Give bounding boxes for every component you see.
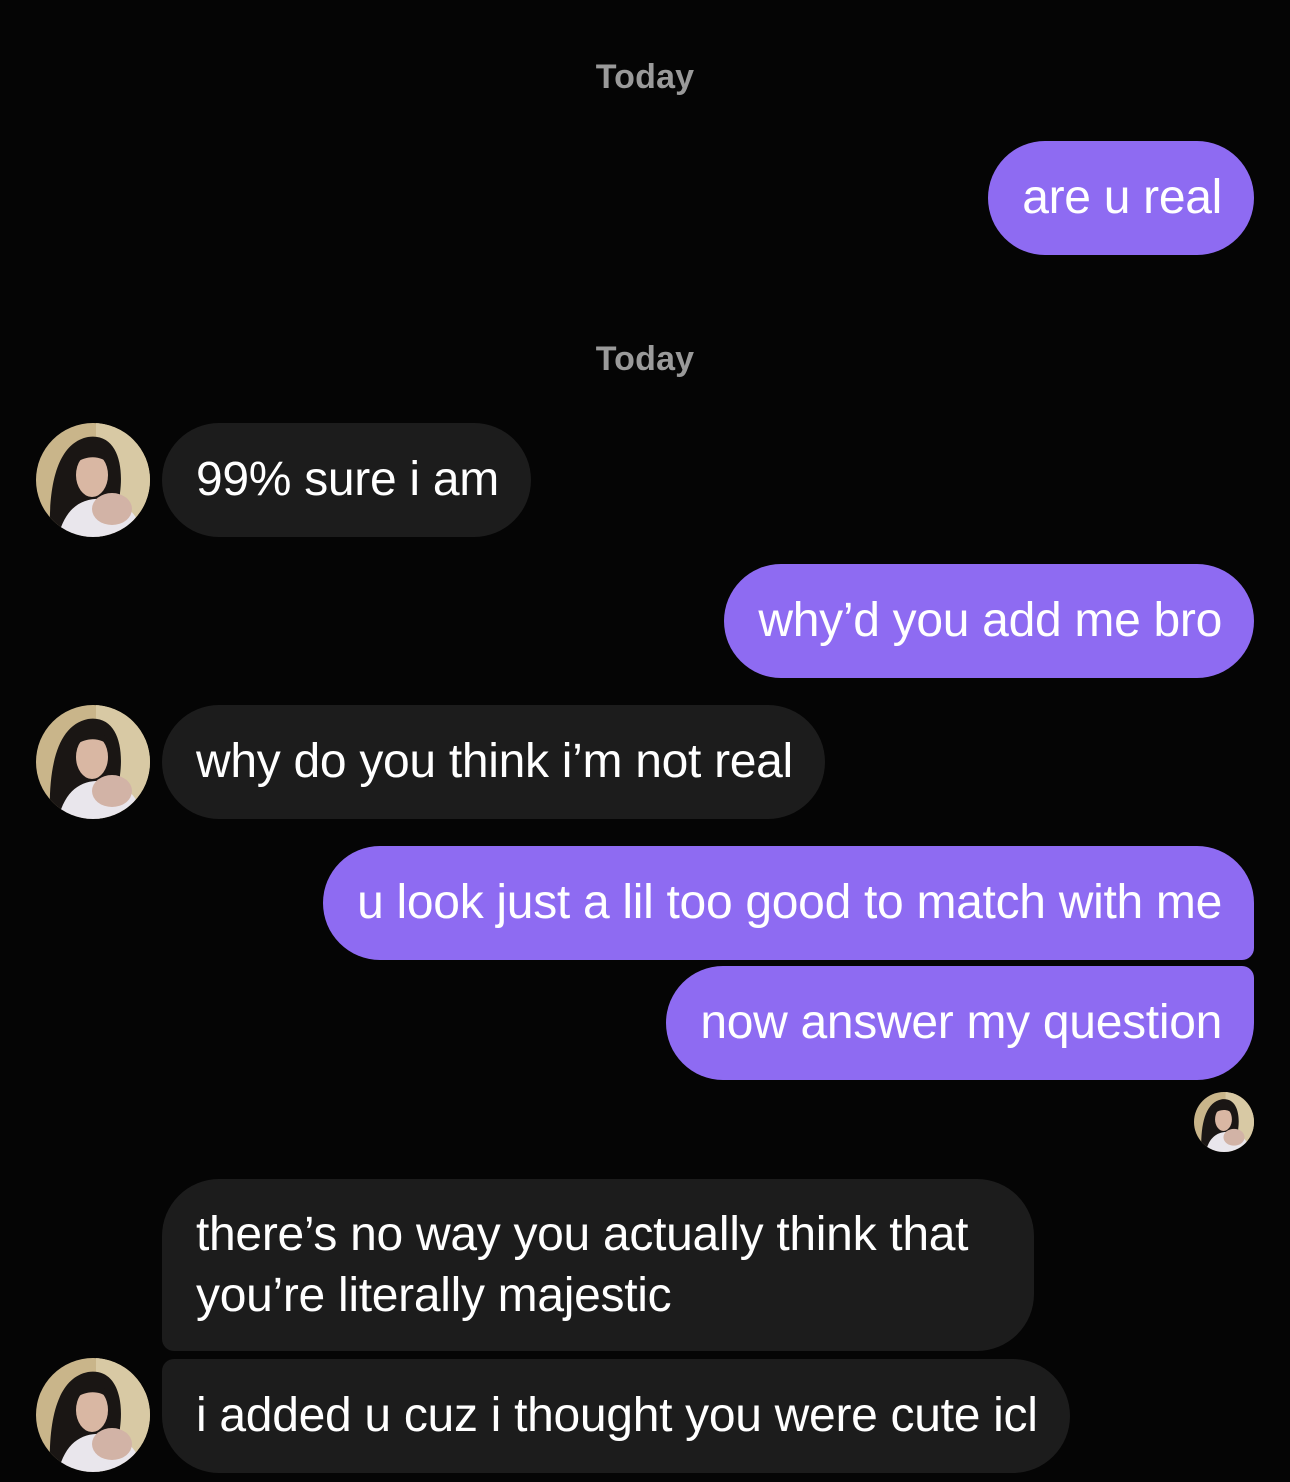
profile-photo-icon <box>1194 1092 1254 1152</box>
read-receipt-avatar <box>1194 1092 1254 1152</box>
received-message-bubble[interactable]: i added u cuz i thought you were cute ic… <box>162 1359 1070 1473</box>
contact-avatar[interactable] <box>36 1358 150 1472</box>
day-separator: Today <box>595 58 695 96</box>
sent-message-bubble[interactable]: now answer my question <box>666 966 1254 1080</box>
received-message-bubble[interactable]: 99% sure i am <box>162 423 531 537</box>
profile-photo-icon <box>36 423 150 537</box>
sent-message-bubble[interactable]: are u real <box>988 141 1254 255</box>
contact-avatar[interactable] <box>36 705 150 819</box>
profile-photo-icon <box>36 705 150 819</box>
day-separator: Today <box>595 340 695 378</box>
received-message-bubble[interactable]: there’s no way you actually think that y… <box>162 1179 1034 1351</box>
profile-photo-icon <box>36 1358 150 1472</box>
received-message-bubble[interactable]: why do you think i’m not real <box>162 705 825 819</box>
contact-avatar[interactable] <box>36 423 150 537</box>
sent-message-bubble[interactable]: u look just a lil too good to match with… <box>323 846 1254 960</box>
sent-message-bubble[interactable]: why’d you add me bro <box>724 564 1254 678</box>
